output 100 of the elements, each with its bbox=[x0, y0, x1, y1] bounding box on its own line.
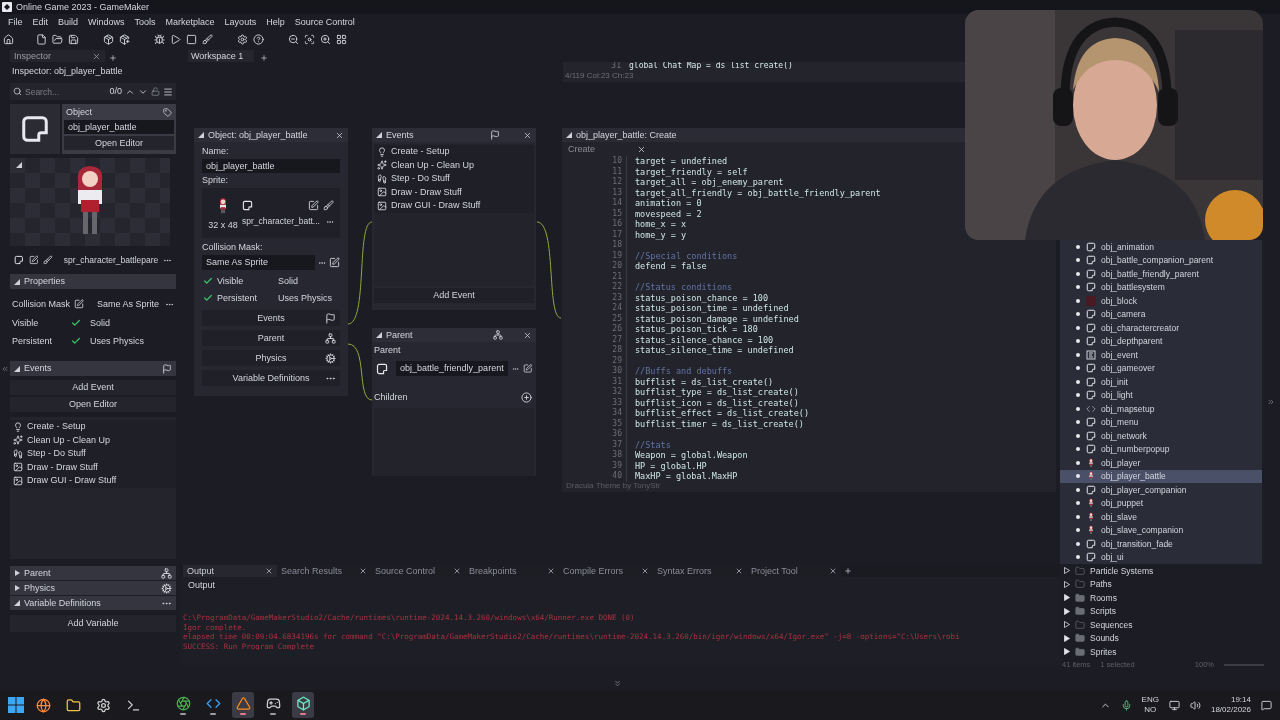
folder-item[interactable]: Scripts bbox=[1060, 604, 1262, 618]
expand-triangle-icon[interactable] bbox=[14, 585, 20, 591]
microphone-icon[interactable] bbox=[1120, 699, 1132, 711]
section-button[interactable]: Variable Definitions bbox=[202, 370, 340, 386]
close-icon[interactable] bbox=[335, 130, 344, 140]
brush-icon[interactable] bbox=[202, 33, 213, 45]
folder-item[interactable]: Sequences bbox=[1060, 618, 1262, 632]
asset-item[interactable]: obj_battlesystem bbox=[1060, 280, 1262, 294]
home-icon[interactable] bbox=[3, 33, 14, 45]
menu-item[interactable]: File bbox=[3, 17, 28, 27]
edit-icon[interactable] bbox=[329, 257, 340, 268]
folder-item[interactable]: Particle Systems bbox=[1060, 564, 1262, 578]
folder-item[interactable]: Rooms bbox=[1060, 591, 1262, 605]
close-icon[interactable] bbox=[523, 330, 532, 340]
asset-item[interactable]: obj_charactercreator bbox=[1060, 321, 1262, 335]
asset-item[interactable]: obj_light bbox=[1060, 388, 1262, 402]
checkbox[interactable]: Solid bbox=[90, 317, 174, 329]
asset-item[interactable]: obj_camera bbox=[1060, 307, 1262, 321]
open-folder-icon[interactable] bbox=[52, 33, 63, 45]
brush-icon[interactable] bbox=[43, 255, 53, 265]
asset-item[interactable]: obj_network bbox=[1060, 429, 1262, 443]
stop-icon[interactable] bbox=[186, 33, 197, 45]
notification-icon[interactable] bbox=[1261, 699, 1272, 711]
asset-item[interactable]: obj_event bbox=[1060, 348, 1262, 362]
expand-right-icon[interactable] bbox=[1267, 398, 1275, 406]
checkbox[interactable]: Persistent bbox=[202, 292, 263, 304]
close-icon[interactable] bbox=[641, 567, 649, 575]
zoom-in-icon[interactable] bbox=[320, 33, 331, 45]
text-field[interactable]: Same As Sprite bbox=[202, 255, 315, 270]
menu-item[interactable]: Source Control bbox=[289, 17, 360, 27]
expand-triangle-icon[interactable] bbox=[1064, 594, 1070, 602]
start-button[interactable] bbox=[8, 697, 24, 713]
save-icon[interactable] bbox=[68, 33, 79, 45]
menu-icon[interactable] bbox=[163, 86, 173, 97]
asset-item[interactable]: obj_transition_fade bbox=[1060, 537, 1262, 551]
checkbox[interactable]: Persistent bbox=[12, 335, 90, 347]
add-variable-button[interactable]: Add Variable bbox=[10, 615, 176, 632]
close-icon[interactable] bbox=[92, 51, 101, 61]
search-field[interactable]: Search... bbox=[25, 86, 87, 97]
collapse-left-icon[interactable] bbox=[1, 365, 9, 373]
asset-item[interactable]: obj_numberpopup bbox=[1060, 442, 1262, 456]
section-button[interactable]: Events bbox=[202, 310, 340, 326]
text-field[interactable]: obj_player_battle bbox=[64, 120, 174, 134]
asset-item[interactable]: obj_slave bbox=[1060, 510, 1262, 524]
folder-item[interactable]: Sounds bbox=[1060, 631, 1262, 645]
lock-icon[interactable] bbox=[151, 87, 160, 96]
expand-triangle-icon[interactable] bbox=[1064, 567, 1070, 575]
checkbox[interactable]: Uses Physics bbox=[263, 292, 339, 304]
asset-item[interactable]: obj_ui bbox=[1060, 550, 1262, 564]
section-button[interactable]: Physics bbox=[202, 350, 340, 366]
event-item[interactable]: Create - Setup bbox=[10, 420, 176, 434]
asset-item[interactable]: obj_depthparent bbox=[1060, 334, 1262, 348]
edit-icon[interactable] bbox=[522, 363, 532, 374]
close-icon[interactable] bbox=[547, 567, 555, 575]
checkbox[interactable]: Visible bbox=[202, 275, 263, 287]
event-item[interactable]: Step - Do Stuff bbox=[10, 447, 176, 461]
close-icon[interactable] bbox=[523, 130, 532, 140]
zoom-out-icon[interactable] bbox=[288, 33, 299, 45]
section-header[interactable]: Physics bbox=[10, 581, 176, 595]
events-header[interactable]: Events bbox=[10, 361, 176, 376]
event-item[interactable]: Draw GUI - Draw Stuff bbox=[374, 199, 534, 213]
add-tab-icon[interactable] bbox=[844, 567, 852, 575]
expand-triangle-icon[interactable] bbox=[1064, 580, 1070, 588]
asset-item[interactable]: obj_animation bbox=[1060, 240, 1262, 254]
close-icon[interactable] bbox=[359, 567, 367, 575]
asset-item[interactable]: obj_menu bbox=[1060, 415, 1262, 429]
edit-icon[interactable] bbox=[74, 299, 85, 309]
package-plus-icon[interactable] bbox=[119, 33, 130, 45]
folder-item[interactable]: Paths bbox=[1060, 577, 1262, 591]
bug-icon[interactable] bbox=[154, 33, 165, 45]
grid-icon[interactable] bbox=[336, 33, 347, 45]
asset-item[interactable]: obj_gameover bbox=[1060, 361, 1262, 375]
menu-item[interactable]: Layouts bbox=[219, 17, 262, 27]
expand-triangle-icon[interactable] bbox=[376, 132, 382, 138]
expand-triangle-icon[interactable] bbox=[16, 162, 22, 168]
collapse-icon[interactable] bbox=[613, 679, 622, 688]
asset-item[interactable]: obj_puppet bbox=[1060, 496, 1262, 510]
checkbox[interactable]: Solid bbox=[263, 275, 339, 287]
settings-icon[interactable] bbox=[237, 33, 248, 45]
add-event-button[interactable]: Add Event bbox=[10, 380, 176, 395]
asset-item[interactable]: obj_player_battle bbox=[1060, 469, 1262, 483]
text-field[interactable]: obj_player_battle bbox=[202, 159, 340, 173]
language-indicator[interactable]: ENG NO bbox=[1141, 696, 1159, 714]
add-child-icon[interactable] bbox=[521, 392, 532, 403]
event-item[interactable]: Draw GUI - Draw Stuff bbox=[10, 474, 176, 488]
event-item[interactable]: Create - Setup bbox=[374, 145, 534, 159]
zoom-reset-icon[interactable] bbox=[304, 33, 315, 45]
asset-item[interactable]: obj_mapsetup bbox=[1060, 402, 1262, 416]
open-editor-button[interactable]: Open Editor bbox=[64, 136, 174, 150]
section-header[interactable]: Parent bbox=[10, 566, 176, 580]
expand-triangle-icon[interactable] bbox=[566, 132, 572, 138]
expand-triangle-icon[interactable] bbox=[14, 570, 20, 576]
event-item[interactable]: Step - Do Stuff bbox=[374, 172, 534, 186]
menu-item[interactable]: Tools bbox=[129, 17, 161, 27]
folder-item[interactable]: Sprites bbox=[1060, 645, 1262, 659]
asset-item[interactable]: obj_battle_companion_parent bbox=[1060, 253, 1262, 267]
asset-item[interactable]: obj_slave_companion bbox=[1060, 523, 1262, 537]
network-icon[interactable] bbox=[1168, 699, 1180, 711]
menu-item[interactable]: Help bbox=[261, 17, 290, 27]
menu-item[interactable]: Build bbox=[53, 17, 84, 27]
